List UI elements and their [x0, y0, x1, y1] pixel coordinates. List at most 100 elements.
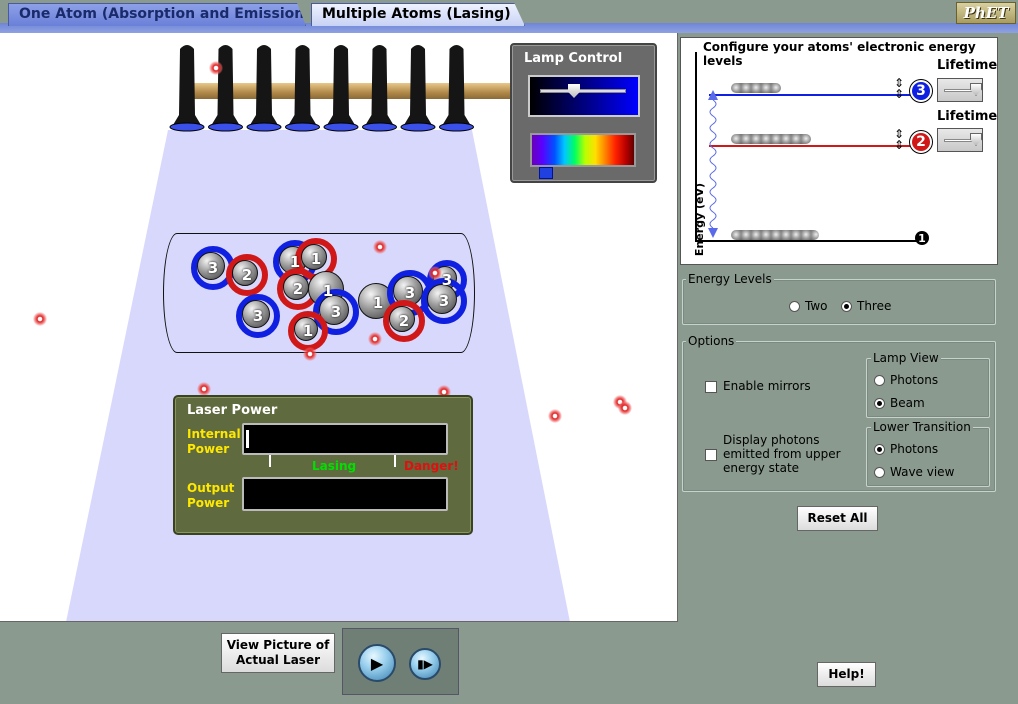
radio-lower-photons[interactable]: Photons: [874, 442, 938, 456]
enable-mirrors-box[interactable]: [705, 381, 717, 393]
atom-label: 3: [404, 284, 416, 302]
level-3-adjust-icon[interactable]: ⇕ ⇕: [893, 77, 905, 108]
pump-wave-icon: [708, 90, 718, 238]
internal-power-meter: [242, 423, 448, 455]
radio-lower-wave-dot[interactable]: [874, 466, 885, 478]
view-picture-button[interactable]: View Picture of Actual Laser: [221, 633, 335, 673]
atom-label: 1: [322, 282, 334, 300]
intensity-thumb[interactable]: [568, 84, 580, 98]
radio-lower-photons-dot[interactable]: [874, 443, 885, 455]
energy-levels-group: Energy Levels Two Three: [682, 272, 996, 325]
help-button[interactable]: Help!: [817, 662, 876, 687]
atom-label: 3: [330, 303, 342, 321]
lamp-intensity-slider[interactable]: [528, 75, 640, 117]
level-2-lifetime-thumb[interactable]: [970, 133, 982, 146]
danger-label: Danger!: [404, 459, 459, 473]
radio-lamp-photons-label: Photons: [890, 373, 939, 387]
level-2-lifetime-slider[interactable]: [937, 128, 983, 152]
step-button[interactable]: ▮▶: [409, 648, 441, 680]
atom-label: 1: [372, 294, 384, 312]
energy-level-2-line[interactable]: [709, 145, 923, 147]
danger-tick: [394, 455, 396, 467]
radio-three-levels[interactable]: Three: [841, 299, 891, 313]
radio-lamp-beam-dot[interactable]: [874, 397, 885, 409]
atom: 2: [226, 254, 268, 296]
atom-label: 2: [398, 312, 410, 330]
level-3-atoms: [731, 83, 781, 93]
radio-lamp-beam-label: Beam: [890, 396, 925, 410]
atom-label: 1: [289, 253, 301, 271]
lamp-view-legend: Lamp View: [871, 351, 941, 365]
radio-two-label: Two: [805, 299, 828, 313]
level-3-badge: 3: [910, 80, 932, 102]
energy-level-diagram: Configure your atoms' electronic energy …: [680, 37, 998, 265]
level-1-badge: 1: [915, 231, 929, 245]
step-icon: ▮▶: [417, 657, 433, 671]
atom-label: 3: [252, 307, 264, 325]
radio-three-dot[interactable]: [841, 300, 852, 312]
radio-two-dot[interactable]: [789, 300, 800, 312]
internal-power-cursor: [246, 430, 249, 448]
lamp-view-group: Lamp View Photons Beam: [866, 351, 990, 418]
photon: [618, 401, 632, 415]
atom: 2: [383, 300, 425, 342]
lower-transition-legend: Lower Transition: [871, 420, 973, 434]
atom: 1: [288, 311, 328, 351]
radio-lower-photons-label: Photons: [890, 442, 939, 456]
level-2-lifetime-label: Lifetime: [937, 109, 998, 124]
play-button[interactable]: ▶: [358, 644, 396, 682]
level-3-lifetime-thumb[interactable]: [970, 83, 982, 96]
photon: [428, 266, 442, 280]
atom-label: 1: [310, 250, 322, 268]
radio-lamp-photons[interactable]: Photons: [874, 373, 938, 387]
energy-axis-horizontal: [695, 240, 925, 242]
radio-lower-wave[interactable]: Wave view: [874, 465, 954, 479]
radio-two-levels[interactable]: Two: [789, 299, 828, 313]
simulation-canvas: Lamp Control 32311213113233 Laser Power …: [0, 33, 678, 622]
lamp-control-panel: Lamp Control: [510, 43, 657, 183]
options-legend: Options: [686, 334, 737, 348]
lamp-icon: [285, 45, 320, 132]
clock-controls: ▶ ▮▶: [342, 628, 459, 695]
photon: [373, 240, 387, 254]
level-2-badge: 2: [910, 131, 932, 153]
wavelength-thumb[interactable]: [539, 167, 553, 179]
phet-logo[interactable]: PhET: [956, 2, 1016, 24]
enable-mirrors-checkbox[interactable]: Enable mirrors: [705, 379, 811, 393]
atom: 3: [236, 294, 280, 338]
photon: [33, 312, 47, 326]
radio-lamp-photons-dot[interactable]: [874, 374, 885, 386]
reset-all-button[interactable]: Reset All: [797, 506, 878, 531]
photon: [548, 409, 562, 423]
energy-level-3-line[interactable]: [709, 94, 923, 96]
laser-power-title: Laser Power: [187, 403, 278, 418]
intensity-track: [540, 89, 626, 93]
wavelength-spectrum-slider[interactable]: [530, 133, 636, 167]
display-photons-checkbox[interactable]: Display photons emitted from upper energ…: [705, 433, 855, 475]
lamp-icon: [323, 45, 359, 132]
lamp-icon: [400, 45, 436, 132]
lamp-icon: [169, 45, 205, 132]
tab-multiple-atoms[interactable]: Multiple Atoms (Lasing): [311, 3, 525, 26]
tab-bar: One Atom (Absorption and Emission) Multi…: [0, 0, 1018, 33]
radio-lamp-beam[interactable]: Beam: [874, 396, 925, 410]
level-2-adjust-icon[interactable]: ⇕ ⇕: [893, 128, 905, 159]
level-3-lifetime-slider[interactable]: [937, 78, 983, 102]
laser-power-panel: Laser Power Internal Power Lasing Danger…: [173, 395, 473, 535]
lasing-tick: [269, 455, 271, 467]
play-icon: ▶: [370, 653, 384, 673]
level-3-lifetime-track: [944, 89, 974, 92]
display-photons-box[interactable]: [705, 449, 717, 461]
lamp-array: [169, 45, 474, 132]
radio-lower-wave-label: Wave view: [890, 465, 955, 479]
photon: [368, 332, 382, 346]
lamp-icon: [362, 45, 397, 132]
tab-one-atom[interactable]: One Atom (Absorption and Emission): [8, 3, 306, 26]
atom-label: 2: [292, 280, 304, 298]
atom-label: 3: [207, 259, 219, 277]
level-2-lifetime-track: [944, 139, 974, 142]
atom-label: 3: [441, 271, 453, 289]
options-group: Options Enable mirrors Display photons e…: [682, 334, 996, 492]
energy-levels-legend: Energy Levels: [686, 272, 774, 286]
level-2-atoms: [731, 134, 811, 144]
